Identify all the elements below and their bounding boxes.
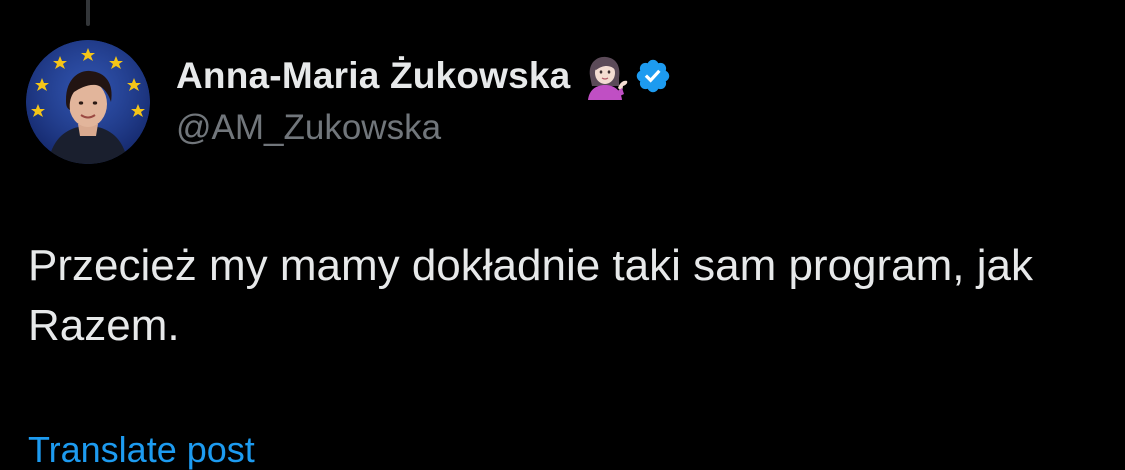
avatar-image (26, 40, 150, 164)
author-name-row: Anna-Maria Żukowska (176, 52, 672, 100)
tweet-body-text: Przecież my mamy dokładnie taki sam prog… (28, 241, 1033, 350)
woman-tipping-hand-icon (588, 56, 628, 100)
thread-connector-line (86, 0, 90, 26)
verified-badge-icon[interactable] (634, 57, 672, 95)
author-handle[interactable]: @AM_Zukowska (176, 108, 672, 148)
avatar[interactable] (26, 40, 150, 164)
author-display-name[interactable]: Anna-Maria Żukowska (176, 55, 570, 97)
translate-post-link[interactable]: Translate post (28, 430, 255, 470)
tweet-header: Anna-Maria Żukowska @AM_Zukowska (176, 52, 672, 148)
